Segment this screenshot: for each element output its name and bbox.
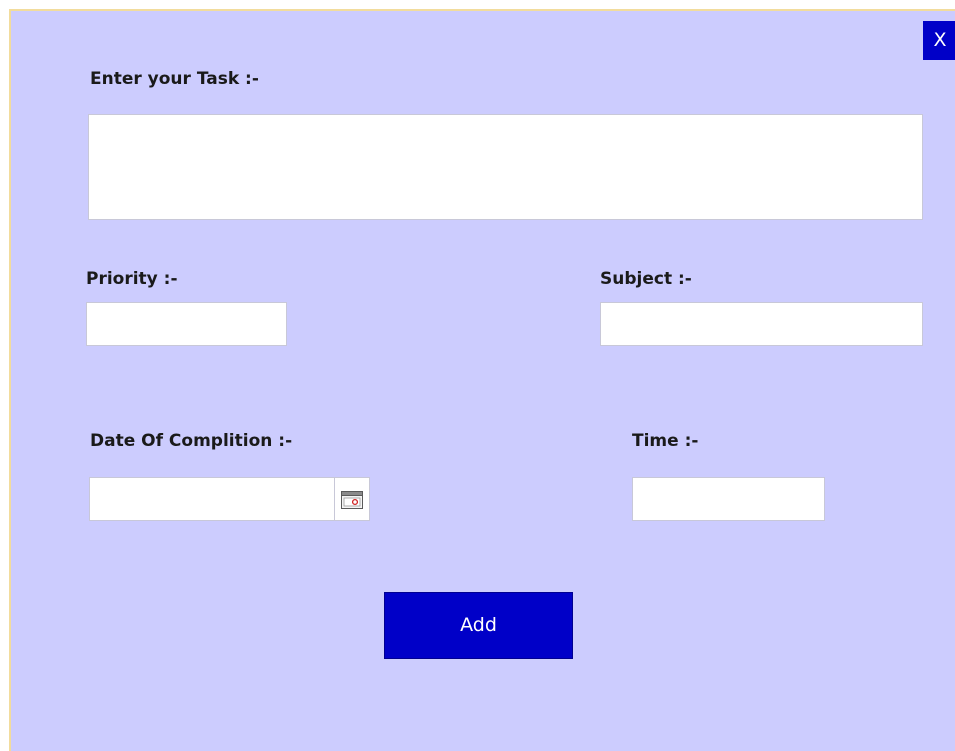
time-label: Time :- bbox=[632, 431, 699, 451]
add-button[interactable]: Add bbox=[384, 592, 573, 659]
task-label: Enter your Task :- bbox=[90, 69, 259, 89]
add-task-dialog: X Enter your Task :- Priority :- Subject… bbox=[9, 9, 955, 751]
subject-input[interactable] bbox=[600, 302, 923, 346]
time-input[interactable] bbox=[632, 477, 825, 521]
task-input[interactable] bbox=[88, 114, 923, 220]
priority-label: Priority :- bbox=[86, 269, 178, 289]
date-input[interactable] bbox=[89, 477, 335, 521]
close-button[interactable]: X bbox=[923, 21, 955, 60]
priority-input[interactable] bbox=[86, 302, 287, 346]
subject-label: Subject :- bbox=[600, 269, 692, 289]
calendar-icon bbox=[341, 491, 363, 509]
date-picker-button[interactable] bbox=[335, 477, 370, 521]
date-label: Date Of Complition :- bbox=[90, 431, 293, 451]
